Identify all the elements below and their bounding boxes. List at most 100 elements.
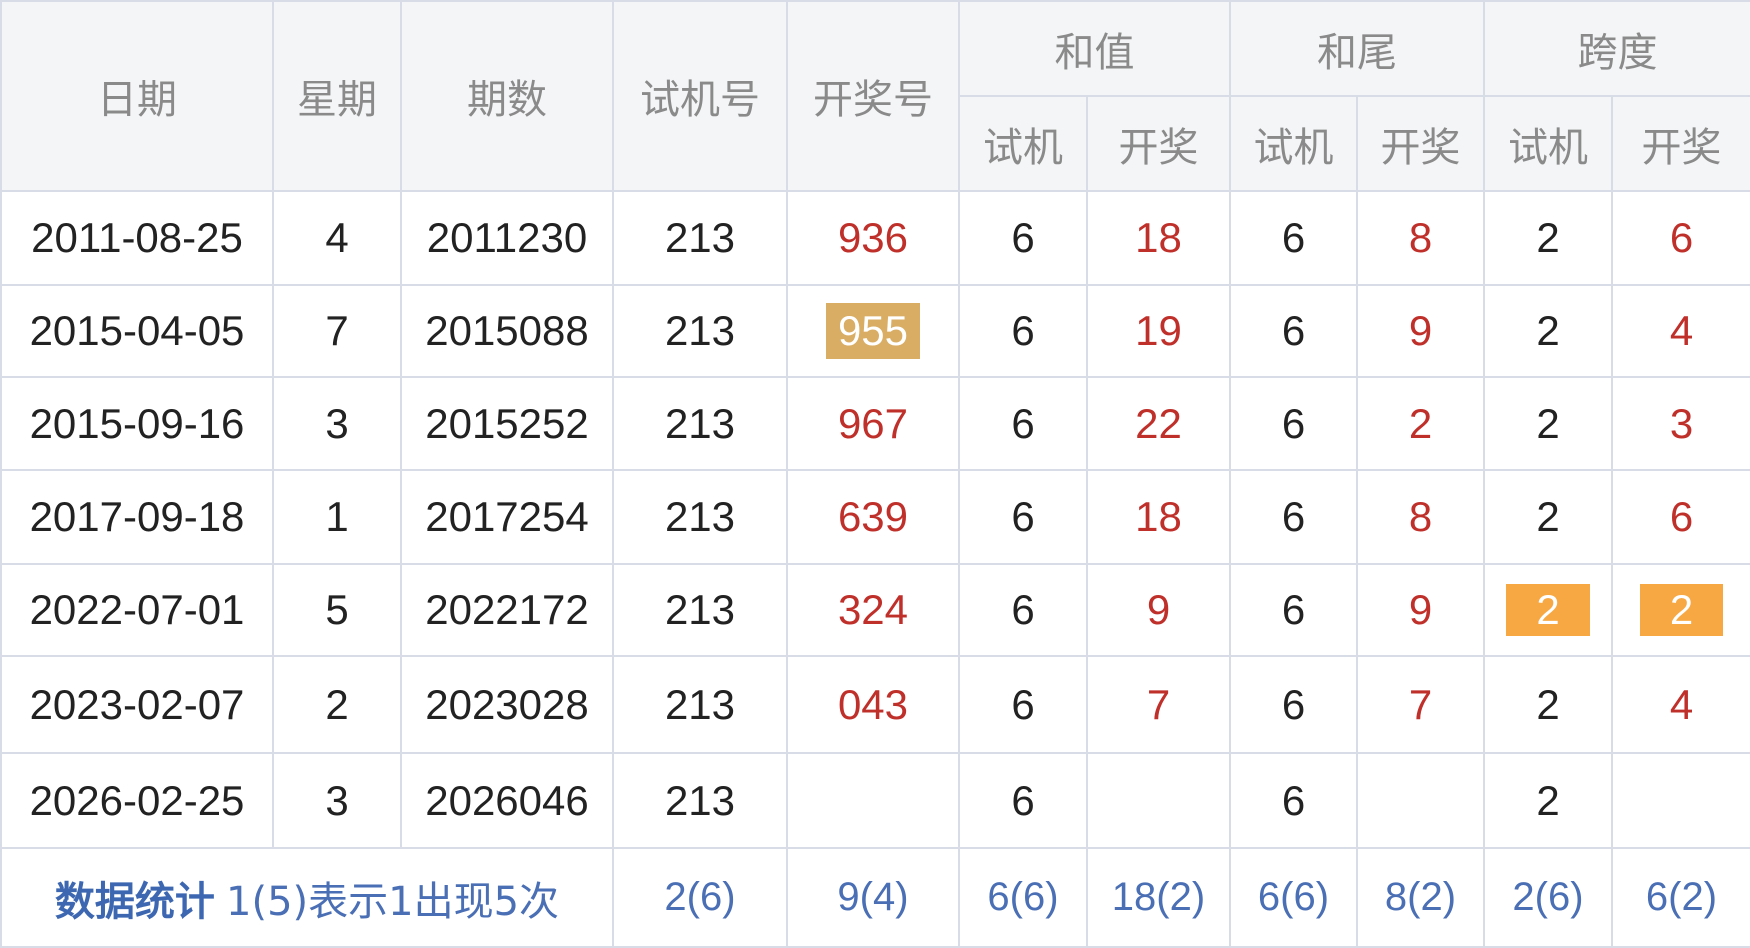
stats-description: 1(5)表示1出现5次: [226, 878, 560, 925]
cell-draw-number: 936: [786, 190, 960, 286]
cell-weekday: 3: [272, 752, 402, 849]
cell-trial-number: 213: [612, 752, 788, 849]
cell-sum-trial: 6: [958, 376, 1088, 471]
cell-draw-number: 967: [786, 376, 960, 471]
cell-sum-trial: 6: [958, 752, 1088, 849]
cell-tail-trial: 6: [1229, 655, 1358, 754]
cell-issue: 2015088: [400, 284, 614, 378]
header-trial-number: 试机号: [612, 0, 788, 192]
cell-span-trial: 2: [1483, 752, 1613, 849]
cell-sum-trial: 6: [958, 190, 1088, 286]
cell-date: 2022-07-01: [0, 563, 274, 657]
cell-tail-draw: 2: [1356, 376, 1485, 471]
stats-span-draw: 6(2): [1611, 847, 1750, 948]
lottery-table-container: 日期 星期 期数 试机号 开奖号 和值 和尾 跨度 试机 开奖 试机 开奖 试机…: [0, 0, 1750, 948]
cell-draw-number: 955: [786, 284, 960, 378]
stats-sum-draw: 18(2): [1086, 847, 1231, 948]
cell-sum-draw: 18: [1086, 469, 1231, 565]
cell-date: 2017-09-18: [0, 469, 274, 565]
cell-span-trial: 2: [1483, 376, 1613, 471]
cell-weekday: 1: [272, 469, 402, 565]
cell-sum-draw: 19: [1086, 284, 1231, 378]
cell-draw-number: 043: [786, 655, 960, 754]
header-span: 跨度: [1483, 0, 1750, 97]
cell-tail-draw: 9: [1356, 563, 1485, 657]
header-span-trial: 试机: [1483, 95, 1613, 192]
header-tail-trial: 试机: [1229, 95, 1358, 192]
cell-issue: 2017254: [400, 469, 614, 565]
cell-sum-draw: [1086, 752, 1231, 849]
stats-row: 数据统计 1(5)表示1出现5次 2(6) 9(4) 6(6) 18(2) 6(…: [0, 847, 1750, 948]
cell-weekday: 2: [272, 655, 402, 754]
header-sum: 和值: [958, 0, 1231, 97]
span-trial-highlight: 2: [1506, 584, 1590, 636]
stats-span-trial: 2(6): [1483, 847, 1613, 948]
cell-issue: 2023028: [400, 655, 614, 754]
header-sum-tail: 和尾: [1229, 0, 1485, 97]
cell-trial-number: 213: [612, 190, 788, 286]
span-draw-highlight: 2: [1639, 584, 1724, 636]
cell-trial-number: 213: [612, 469, 788, 565]
cell-tail-draw: 9: [1356, 284, 1485, 378]
cell-date: 2011-08-25: [0, 190, 274, 286]
cell-span-draw: 4: [1611, 655, 1750, 754]
cell-issue: 2011230: [400, 190, 614, 286]
cell-date: 2023-02-07: [0, 655, 274, 754]
cell-issue: 2015252: [400, 376, 614, 471]
table-row: 2015-04-05 7 2015088 213 955 6 19 6 9 2 …: [0, 284, 1750, 378]
cell-sum-draw: 9: [1086, 563, 1231, 657]
cell-weekday: 3: [272, 376, 402, 471]
cell-tail-trial: 6: [1229, 190, 1358, 286]
cell-span-trial: 2: [1483, 655, 1613, 754]
cell-draw-number: [786, 752, 960, 849]
cell-weekday: 7: [272, 284, 402, 378]
header-sum-trial: 试机: [958, 95, 1088, 192]
cell-date: 2015-04-05: [0, 284, 274, 378]
stats-tail-draw: 8(2): [1356, 847, 1485, 948]
cell-issue: 2022172: [400, 563, 614, 657]
cell-span-trial: 2: [1483, 469, 1613, 565]
cell-span-trial: 2: [1483, 563, 1613, 657]
cell-sum-trial: 6: [958, 284, 1088, 378]
cell-sum-trial: 6: [958, 469, 1088, 565]
stats-sum-trial: 6(6): [958, 847, 1088, 948]
cell-span-draw: 4: [1611, 284, 1750, 378]
cell-sum-draw: 7: [1086, 655, 1231, 754]
cell-sum-draw: 22: [1086, 376, 1231, 471]
cell-sum-draw: 18: [1086, 190, 1231, 286]
stats-trial: 2(6): [612, 847, 788, 948]
header-tail-draw: 开奖: [1356, 95, 1485, 192]
stats-title: 数据统计: [54, 878, 215, 925]
cell-trial-number: 213: [612, 284, 788, 378]
cell-span-draw: [1611, 752, 1750, 849]
table-row: 2011-08-25 4 2011230 213 936 6 18 6 8 2 …: [0, 190, 1750, 286]
cell-sum-trial: 6: [958, 563, 1088, 657]
cell-date: 2026-02-25: [0, 752, 274, 849]
cell-trial-number: 213: [612, 655, 788, 754]
cell-issue: 2026046: [400, 752, 614, 849]
cell-span-trial: 2: [1483, 190, 1613, 286]
draw-number-highlight: 955: [825, 303, 921, 359]
cell-tail-trial: 6: [1229, 284, 1358, 378]
table-row: 2015-09-16 3 2015252 213 967 6 22 6 2 2 …: [0, 376, 1750, 471]
cell-weekday: 4: [272, 190, 402, 286]
cell-span-draw: 6: [1611, 190, 1750, 286]
cell-sum-trial: 6: [958, 655, 1088, 754]
cell-trial-number: 213: [612, 563, 788, 657]
stats-label-cell: 数据统计 1(5)表示1出现5次: [0, 847, 614, 948]
stats-tail-trial: 6(6): [1229, 847, 1358, 948]
cell-tail-trial: 6: [1229, 563, 1358, 657]
header-issue: 期数: [400, 0, 614, 192]
lottery-history-table: 日期 星期 期数 试机号 开奖号 和值 和尾 跨度 试机 开奖 试机 开奖 试机…: [0, 0, 1750, 948]
cell-tail-draw: [1356, 752, 1485, 849]
table-row: 2017-09-18 1 2017254 213 639 6 18 6 8 2 …: [0, 469, 1750, 565]
cell-tail-trial: 6: [1229, 376, 1358, 471]
cell-span-draw: 2: [1611, 563, 1750, 657]
cell-span-trial: 2: [1483, 284, 1613, 378]
header-weekday: 星期: [272, 0, 402, 192]
cell-tail-trial: 6: [1229, 469, 1358, 565]
stats-draw: 9(4): [786, 847, 960, 948]
cell-weekday: 5: [272, 563, 402, 657]
cell-tail-draw: 8: [1356, 469, 1485, 565]
cell-trial-number: 213: [612, 376, 788, 471]
